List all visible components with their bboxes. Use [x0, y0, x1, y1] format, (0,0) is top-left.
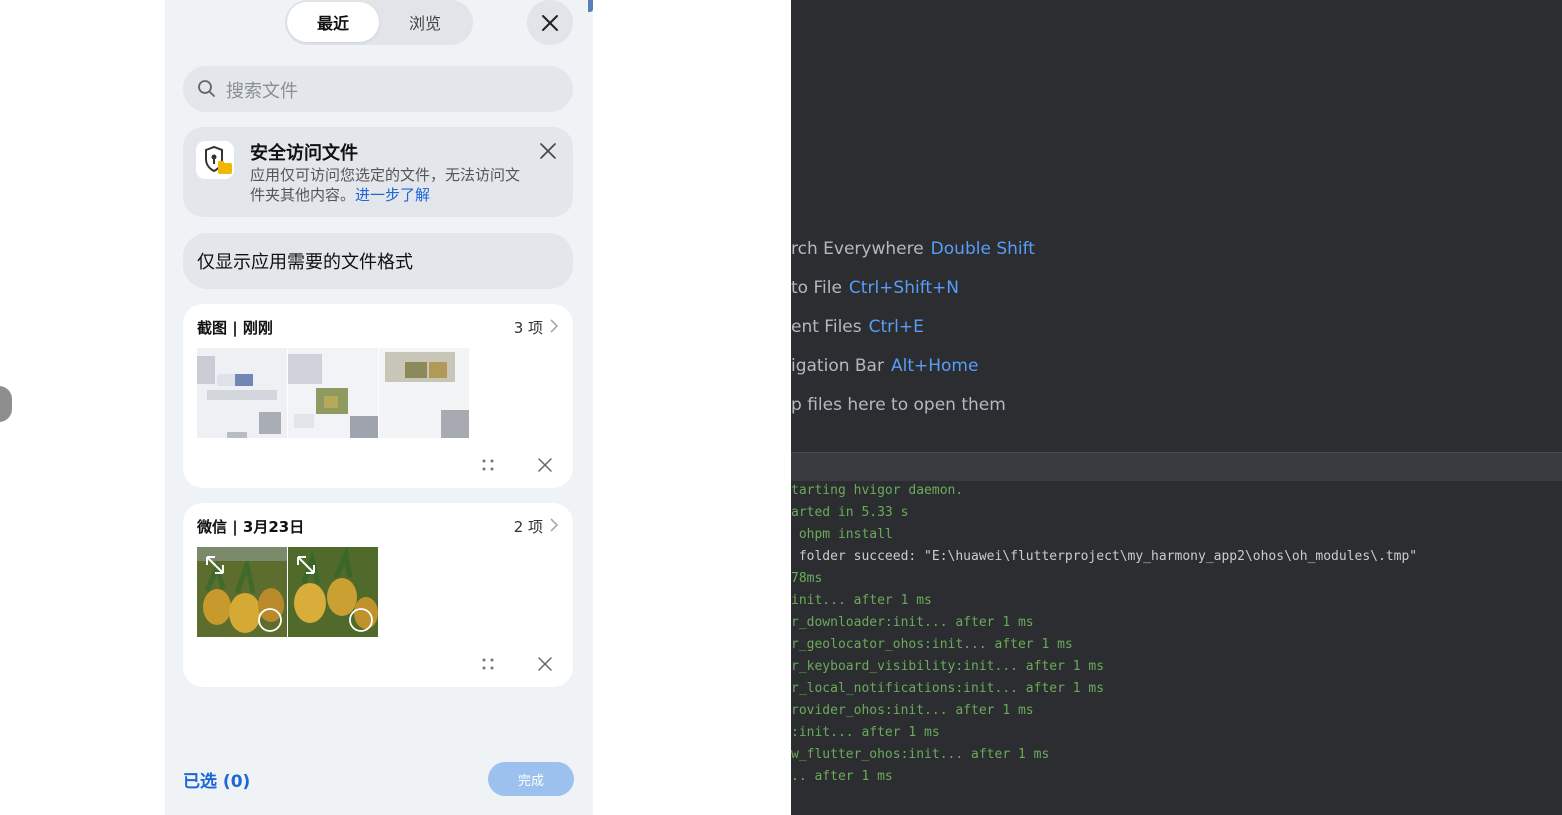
log-line: rovider_ohos:init... after 1 ms [791, 703, 1034, 718]
notice-description: 应用仅可访问您选定的文件，无法访问文件夹其他内容。进一步了解 [250, 166, 521, 204]
thumbnail[interactable] [288, 348, 378, 438]
tool-window-header [791, 452, 1562, 482]
close-icon [540, 143, 556, 159]
tip-navigation-bar: igation Bar Alt+Home [791, 356, 979, 376]
search-placeholder: 搜索文件 [226, 81, 298, 102]
file-group-screenshots: 截图 | 刚刚 3 项 [183, 304, 573, 488]
dismiss-notice-button[interactable] [540, 143, 556, 163]
log-line: r_local_notifications:init... after 1 ms [791, 681, 1105, 696]
log-line: 78ms [791, 571, 823, 586]
drag-handle-icon[interactable] [481, 657, 495, 671]
close-icon [542, 14, 558, 31]
tab-browse[interactable]: 浏览 [379, 2, 471, 42]
build-console: tarting hvigor daemon. arted in 5.33 s o… [791, 481, 1562, 815]
notice-title: 安全访问文件 [250, 143, 358, 164]
tip-recent-files: ent Files Ctrl+E [791, 317, 924, 337]
format-filter-toggle[interactable]: 仅显示应用需要的文件格式 [183, 233, 573, 289]
log-line: folder succeed: "E:\huawei\flutterprojec… [791, 549, 1418, 564]
file-group-wechat: 微信 | 3月23日 2 项 [183, 503, 573, 687]
log-line: arted in 5.33 s [791, 505, 909, 520]
learn-more-link[interactable]: 进一步了解 [355, 186, 430, 204]
log-line: tarting hvigor daemon. [791, 483, 964, 498]
format-filter-label: 仅显示应用需要的文件格式 [197, 252, 413, 273]
tip-drop-files: p files here to open them [791, 395, 1006, 415]
tab-recent[interactable]: 最近 [287, 2, 379, 42]
log-line: init... after 1 ms [791, 593, 932, 608]
shield-folder-icon [196, 141, 234, 179]
drag-handle-icon[interactable] [481, 458, 495, 472]
chevron-right-icon[interactable] [549, 318, 559, 334]
security-notice: 安全访问文件 应用仅可访问您选定的文件，无法访问文件夹其他内容。进一步了解 [183, 127, 573, 217]
log-line: .. after 1 ms [791, 769, 893, 784]
thumbnail[interactable] [197, 547, 287, 637]
tip-search-everywhere: rch Everywhere Double Shift [791, 239, 1035, 259]
group-count[interactable]: 2 项 [514, 516, 543, 537]
log-line: r_geolocator_ohos:init... after 1 ms [791, 637, 1073, 652]
search-icon [198, 80, 215, 97]
remove-group-icon[interactable] [538, 458, 552, 472]
thumbnail[interactable] [197, 348, 287, 438]
log-line: r_downloader:init... after 1 ms [791, 615, 1034, 630]
panel-edge-accent [588, 0, 593, 12]
selected-count[interactable]: 已选 (0) [183, 767, 250, 792]
thumbnail[interactable] [379, 348, 469, 438]
log-line: r_keyboard_visibility:init... after 1 ms [791, 659, 1105, 674]
log-line: w_flutter_ohos:init... after 1 ms [791, 747, 1050, 762]
view-switcher: 最近 浏览 [285, 0, 473, 45]
search-input[interactable]: 搜索文件 [183, 66, 573, 112]
file-picker-panel: 最近 浏览 搜索文件 安全访问文件 应用仅可访问您选定的文件，无法访问文件夹其他… [165, 0, 593, 815]
group-count[interactable]: 3 项 [514, 317, 543, 338]
group-title: 截图 | 刚刚 [197, 319, 273, 337]
group-title: 微信 | 3月23日 [197, 518, 305, 536]
thumbnail[interactable] [288, 547, 378, 637]
log-line: :init... after 1 ms [791, 725, 940, 740]
remove-group-icon[interactable] [538, 657, 552, 671]
log-line: ohpm install [791, 527, 893, 542]
chevron-right-icon[interactable] [549, 517, 559, 533]
close-picker-button[interactable] [527, 0, 573, 45]
editor-empty-state: rch Everywhere Double Shift to File Ctrl+S… [791, 0, 1562, 452]
ide-window: rch Everywhere Double Shift to File Ctrl+S… [791, 0, 1562, 815]
done-button[interactable]: 完成 [488, 762, 574, 796]
tip-go-to-file: to File Ctrl+Shift+N [791, 278, 960, 298]
